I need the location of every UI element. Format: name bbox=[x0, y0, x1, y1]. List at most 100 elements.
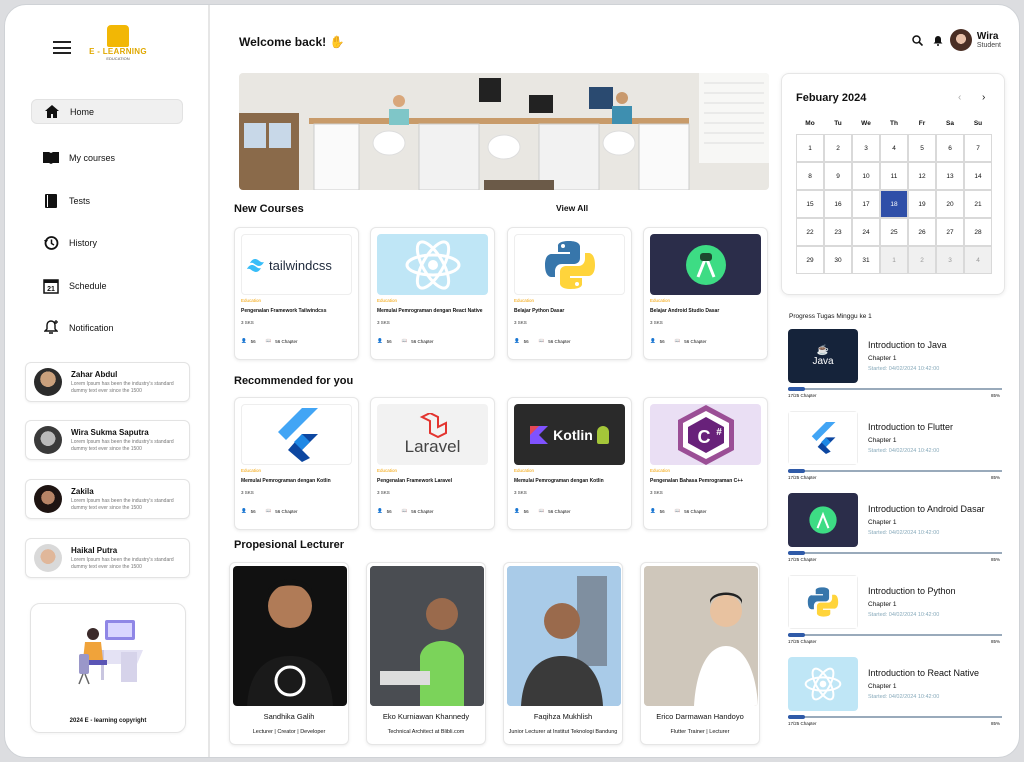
calendar-day[interactable]: 24 bbox=[852, 218, 880, 246]
course-card[interactable]: Education Memulai Pemrograman dengan Kot… bbox=[234, 397, 359, 530]
student-count: 56 bbox=[523, 338, 529, 344]
calendar-day[interactable]: 27 bbox=[936, 218, 964, 246]
user-card[interactable]: Zakila Lorem Ipsum has been the industry'… bbox=[25, 479, 190, 519]
calendar-day[interactable]: 26 bbox=[908, 218, 936, 246]
course-card[interactable]: Education Memulai Pemrograman dengan Rea… bbox=[370, 227, 495, 360]
avatar[interactable] bbox=[949, 29, 972, 51]
calendar-day[interactable]: 4 bbox=[964, 246, 992, 274]
sidebar-item-label: History bbox=[69, 237, 98, 248]
calendar-day[interactable]: 2 bbox=[908, 246, 936, 274]
calendar-day[interactable]: 23 bbox=[824, 218, 852, 246]
calendar-day[interactable]: 1 bbox=[796, 134, 824, 162]
calendar-day[interactable]: 3 bbox=[936, 246, 964, 274]
progress-count: 17/25 Chapter bbox=[788, 721, 817, 726]
progress-item[interactable]: Introduction to Flutter Chapter 1 Started:… bbox=[788, 411, 1004, 483]
course-card[interactable]: Laravel Education Pengenalan Framework L… bbox=[370, 397, 495, 530]
calendar-day[interactable]: 11 bbox=[880, 162, 908, 190]
progress-chapter: Chapter 1 bbox=[868, 683, 897, 690]
progress-bar bbox=[788, 551, 1002, 555]
user-card[interactable]: Haikal Putra Lorem Ipsum has been the ind… bbox=[25, 538, 190, 578]
section-title-new-courses: New Courses bbox=[234, 203, 304, 215]
course-card[interactable]: Kotlin Education Memulai Pemrograman den… bbox=[507, 397, 632, 530]
chevron-left-icon[interactable]: ‹ bbox=[958, 92, 961, 103]
course-title: Memulai Pemrograman dengan Kotlin bbox=[514, 478, 604, 484]
lecturer-card[interactable]: Faqihza Mukhlish Junior Lecturer at Inst… bbox=[503, 562, 623, 745]
book-icon bbox=[43, 150, 59, 166]
calendar-day[interactable]: 22 bbox=[796, 218, 824, 246]
sidebar-item-schedule[interactable]: 21 Schedule bbox=[31, 273, 183, 298]
section-title-lecturers: Propesional Lecturer bbox=[234, 539, 345, 551]
calendar-month: Febuary 2024 bbox=[796, 92, 867, 104]
lecturer-photo bbox=[507, 566, 621, 706]
course-title: Memulai Pemrograman dengan Kotlin bbox=[241, 478, 331, 484]
course-card[interactable]: C # Education Pengenalan Bahasa Pemrogram… bbox=[643, 397, 768, 530]
calendar-day[interactable]: 31 bbox=[852, 246, 880, 274]
progress-started: Started: 04/02/2024 10:42:00 bbox=[868, 612, 940, 618]
lecturer-card[interactable]: Sandhika Galih Lecturer | Creator | Deve… bbox=[229, 562, 349, 745]
svg-text:tailwindcss: tailwindcss bbox=[269, 258, 332, 273]
calendar-day[interactable]: 16 bbox=[824, 190, 852, 218]
app-window: E - LEARNING EDUCATION Home My courses T… bbox=[4, 4, 1020, 758]
section-title-recommended: Recommended for you bbox=[234, 375, 354, 387]
calendar-day[interactable]: 19 bbox=[908, 190, 936, 218]
sidebar-item-my-courses[interactable]: My courses bbox=[31, 145, 183, 170]
calendar-day[interactable]: 3 bbox=[852, 134, 880, 162]
sidebar-item-tests[interactable]: Tests bbox=[31, 188, 183, 213]
student-count: 56 bbox=[386, 508, 392, 514]
progress-item[interactable]: Introduction to Python Chapter 1 Started: … bbox=[788, 575, 1004, 647]
calendar-day[interactable]: 1 bbox=[880, 246, 908, 274]
calendar-day[interactable]: 28 bbox=[964, 218, 992, 246]
search-icon[interactable] bbox=[912, 34, 923, 46]
progress-item[interactable]: ☕ Java Introduction to Java Chapter 1 Starte… bbox=[788, 329, 1004, 401]
book-icon: 📖 bbox=[538, 508, 545, 513]
view-all-link[interactable]: View All bbox=[556, 203, 588, 213]
student-count: 56 bbox=[659, 338, 665, 344]
lecturer-card[interactable]: Erico Darmawan Handoyo Flutter Trainer |… bbox=[640, 562, 760, 745]
chapter-count: 56 Chapter bbox=[684, 338, 707, 344]
lecturer-card[interactable]: Eko Kurniawan Khannedy Technical Archite… bbox=[366, 562, 486, 745]
top-right-user: Wira Student bbox=[912, 29, 1001, 51]
calendar-day[interactable]: 13 bbox=[936, 162, 964, 190]
course-category: Education bbox=[377, 468, 398, 473]
calendar-day[interactable]: 29 bbox=[796, 246, 824, 274]
course-sks: 3 SKS bbox=[377, 490, 390, 495]
weekday-label: Su bbox=[973, 120, 983, 127]
chevron-right-icon[interactable]: › bbox=[982, 92, 985, 103]
sidebar-item-notification[interactable]: Notification bbox=[31, 315, 183, 340]
calendar-day[interactable]: 4 bbox=[880, 134, 908, 162]
user-card[interactable]: Zahar Abdul Lorem Ipsum has been the indu… bbox=[25, 362, 190, 402]
sidebar-item-home[interactable]: Home bbox=[31, 99, 183, 124]
bell-icon bbox=[43, 320, 59, 336]
calendar-day[interactable]: 8 bbox=[796, 162, 824, 190]
calendar-day[interactable]: 12 bbox=[908, 162, 936, 190]
progress-item[interactable]: Introduction to React Native Chapter 1 Sta… bbox=[788, 657, 1004, 729]
calendar-day[interactable]: 10 bbox=[852, 162, 880, 190]
course-card[interactable]: Education Belajar Android Studio Dasar 3… bbox=[643, 227, 768, 360]
calendar-day[interactable]: 20 bbox=[936, 190, 964, 218]
user-card[interactable]: Wira Sukma Saputra Lorem Ipsum has been t… bbox=[25, 420, 190, 460]
calendar-day[interactable]: 21 bbox=[964, 190, 992, 218]
calendar-day[interactable]: 17 bbox=[852, 190, 880, 218]
calendar-day[interactable]: 25 bbox=[880, 218, 908, 246]
calendar-day[interactable]: 30 bbox=[824, 246, 852, 274]
course-card[interactable]: tailwindcss Education Pengenalan Framewo… bbox=[234, 227, 359, 360]
calendar-day[interactable]: 5 bbox=[908, 134, 936, 162]
tailwindcss-logo-icon: tailwindcss bbox=[241, 234, 352, 295]
calendar-day[interactable]: 9 bbox=[824, 162, 852, 190]
svg-text:#: # bbox=[716, 427, 722, 438]
hamburger-menu-icon[interactable] bbox=[53, 41, 71, 54]
calendar-day[interactable]: 18 bbox=[880, 190, 908, 218]
progress-item[interactable]: Introduction to Android Dasar Chapter 1 St… bbox=[788, 493, 1004, 565]
calendar-day[interactable]: 6 bbox=[936, 134, 964, 162]
progress-course-name: Introduction to Flutter bbox=[868, 422, 954, 432]
course-card[interactable]: Education Belajar Python Dasar 3 SKS 👤 56… bbox=[507, 227, 632, 360]
sidebar-item-label: Notification bbox=[69, 322, 114, 333]
calendar-day[interactable]: 2 bbox=[824, 134, 852, 162]
sidebar-item-history[interactable]: History bbox=[31, 230, 183, 255]
bell-icon[interactable] bbox=[933, 35, 943, 46]
calendar-day[interactable]: 15 bbox=[796, 190, 824, 218]
course-category: Education bbox=[377, 298, 398, 303]
student-icon: 👤 bbox=[514, 508, 520, 513]
calendar-day[interactable]: 7 bbox=[964, 134, 992, 162]
calendar-day[interactable]: 14 bbox=[964, 162, 992, 190]
